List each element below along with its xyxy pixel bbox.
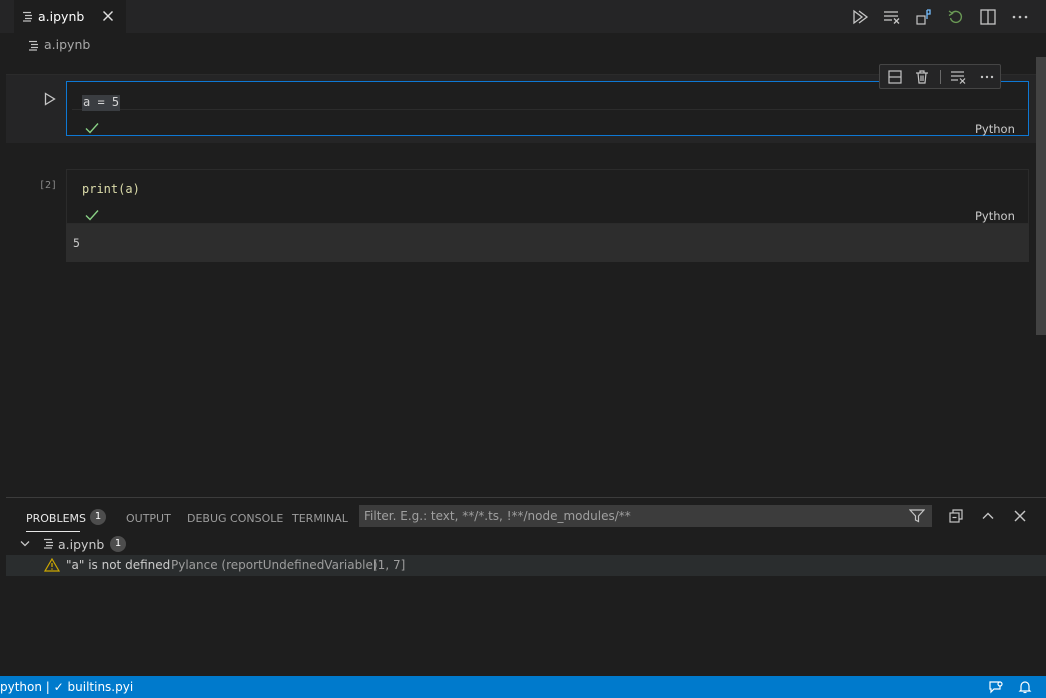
clear-outputs-icon[interactable] xyxy=(882,7,902,27)
code-cell-2[interactable] xyxy=(66,169,1029,224)
restart-kernel-icon[interactable] xyxy=(946,7,966,27)
cell-language-label[interactable]: Python xyxy=(975,122,1015,136)
file-problem-count-badge: 1 xyxy=(110,536,126,552)
variables-icon[interactable] xyxy=(914,7,934,27)
breadcrumb-label: a.ipynb xyxy=(44,37,91,52)
problems-file-row[interactable]: a.ipynb 1 xyxy=(6,534,1046,555)
file-icon xyxy=(28,40,39,51)
tab-output[interactable]: OUTPUT xyxy=(126,512,171,525)
toolbar-separator xyxy=(940,70,941,84)
problems-count-badge: 1 xyxy=(90,509,106,525)
divider xyxy=(72,109,1027,110)
more-actions-icon[interactable] xyxy=(1010,7,1030,27)
tab-debug-console[interactable]: DEBUG CONSOLE xyxy=(187,512,283,525)
feedback-icon[interactable] xyxy=(988,680,1004,694)
problem-message: "a" is not defined xyxy=(66,558,171,572)
clear-output-icon[interactable] xyxy=(950,69,966,85)
file-icon xyxy=(22,11,33,22)
problem-item[interactable]: "a" is not defined Pylance (reportUndefi… xyxy=(6,555,1046,576)
scrollbar-thumb[interactable] xyxy=(1036,57,1046,335)
collapse-all-icon[interactable] xyxy=(948,508,964,524)
problems-filter-input[interactable] xyxy=(359,505,932,527)
tab-problems[interactable]: PROBLEMS xyxy=(26,512,86,525)
cell-code-editor[interactable]: a = 5 xyxy=(82,95,121,111)
maximize-panel-icon[interactable] xyxy=(980,508,996,524)
bottom-panel: PROBLEMS 1 OUTPUT DEBUG CONSOLE TERMINAL… xyxy=(6,497,1046,677)
close-icon[interactable] xyxy=(102,10,114,22)
run-cell-icon[interactable] xyxy=(44,92,56,106)
split-editor-icon[interactable] xyxy=(978,7,998,27)
status-bar: python | ✓ builtins.pyi xyxy=(0,676,1046,698)
problems-file-label: a.ipynb xyxy=(58,537,105,552)
problem-location: [1, 7] xyxy=(373,558,406,572)
run-all-icon[interactable] xyxy=(850,7,870,27)
success-check-icon xyxy=(85,122,99,134)
delete-cell-icon[interactable] xyxy=(914,69,930,85)
success-check-icon xyxy=(85,209,99,221)
split-cell-icon[interactable] xyxy=(887,69,903,85)
output-text: 5 xyxy=(73,236,80,250)
cell-toolbar xyxy=(879,64,1001,89)
problem-source: Pylance (reportUndefinedVariable) xyxy=(171,558,378,572)
close-panel-icon[interactable] xyxy=(1012,508,1028,524)
filter-icon[interactable] xyxy=(909,509,925,523)
notification-bell-icon[interactable] xyxy=(1018,680,1032,694)
execution-count: [2] xyxy=(39,180,58,191)
editor-tab-bar: a.ipynb xyxy=(0,0,1046,33)
active-tab-indicator xyxy=(26,531,80,532)
tab-terminal[interactable]: TERMINAL xyxy=(292,512,348,525)
cell-output: 5 xyxy=(66,224,1029,262)
file-icon xyxy=(43,538,54,549)
chevron-down-icon[interactable] xyxy=(20,540,30,548)
more-icon[interactable] xyxy=(979,69,995,85)
cell-code-editor[interactable]: print(a) xyxy=(82,182,140,196)
editor-tab[interactable]: a.ipynb xyxy=(14,0,126,33)
cell-language-label[interactable]: Python xyxy=(975,209,1015,223)
status-language-info[interactable]: python | ✓ builtins.pyi xyxy=(0,680,133,694)
tab-label: a.ipynb xyxy=(38,9,85,24)
warning-icon xyxy=(44,558,60,572)
